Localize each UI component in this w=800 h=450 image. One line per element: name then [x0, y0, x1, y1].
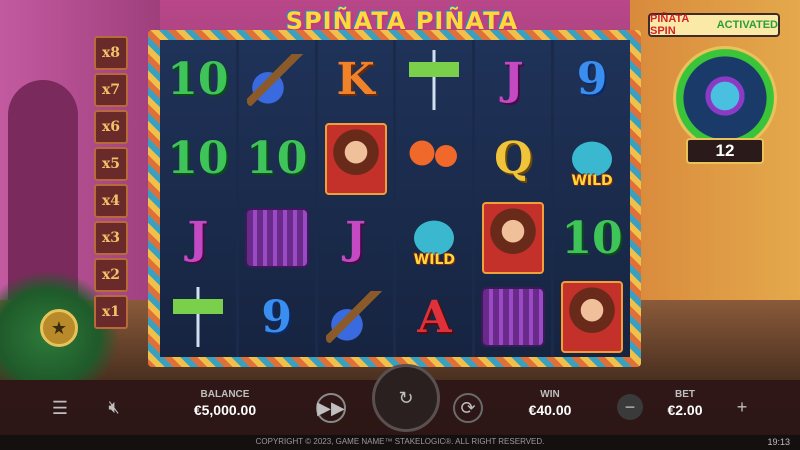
feature-name: PIÑATA SPIN	[650, 13, 689, 37]
turbo-button[interactable]: ▶▶	[316, 393, 346, 423]
symbol-j: J	[502, 54, 524, 106]
symbol-k: K	[336, 54, 375, 106]
multiplier-x1: x1	[94, 295, 128, 329]
reel-3: KJ	[317, 40, 394, 357]
spin-icon: ↻	[398, 387, 414, 408]
bet-label: BET	[675, 389, 695, 400]
reel-cell: J	[318, 199, 394, 278]
reel-cell	[239, 199, 315, 278]
reel-cell: WILD	[396, 199, 472, 278]
symbol-9: 9	[261, 291, 293, 343]
minus-icon: −	[624, 396, 636, 417]
reel-cell: J	[160, 199, 236, 278]
reel-cell: 9	[239, 278, 315, 357]
win-value: €40.00	[528, 402, 572, 418]
martini-icon	[409, 49, 460, 110]
clock: 19:13	[767, 437, 790, 447]
wild-label: WILD	[571, 172, 613, 189]
senorita-icon	[561, 281, 624, 354]
multiplier-ladder: x8 x7 x6 x5 x4 x3 x2 x1	[94, 36, 134, 332]
symbol-10: 10	[167, 54, 229, 106]
menu-button[interactable]: ☰	[48, 396, 72, 420]
reel-cell: 10	[160, 40, 236, 119]
reel-cell	[318, 119, 394, 198]
reel-cell	[396, 119, 472, 198]
reel-4: WILD A	[396, 40, 473, 357]
multiplier-x8: x8	[94, 36, 128, 70]
multiplier-x6: x6	[94, 110, 128, 144]
symbol-q: Q	[494, 133, 533, 185]
reel-2: 10 9	[238, 40, 315, 357]
menu-icon: ☰	[51, 397, 69, 418]
plus-icon: +	[736, 396, 748, 417]
reel-6: 9 WILD 10	[554, 40, 630, 357]
reel-5: JQ	[475, 40, 552, 357]
multiplier-x3: x3	[94, 221, 128, 255]
win-label: WIN	[540, 389, 560, 400]
accordion-icon	[481, 287, 546, 348]
spin-button[interactable]: ↻	[372, 364, 440, 432]
reel-cell: K	[318, 40, 394, 119]
guitar-icon	[246, 53, 307, 106]
footer: COPYRIGHT © 2023, GAME NAME™ STAKELOGIC®…	[0, 435, 800, 450]
reel-1: 10 10 J	[160, 40, 236, 357]
reel-cell	[239, 40, 315, 119]
bet-decrease-button[interactable]: −	[617, 394, 643, 420]
wild-label: WILD	[413, 251, 455, 268]
balance-value: €5,000.00	[193, 402, 257, 418]
martini-icon	[172, 287, 223, 348]
senorita-icon	[482, 202, 545, 275]
reel-cell: WILD	[554, 119, 630, 198]
symbol-j: J	[187, 212, 209, 264]
reel-cell: 10	[554, 199, 630, 278]
reel-cell	[475, 199, 551, 278]
bet-increase-button[interactable]: +	[729, 394, 755, 420]
multiplier-x4: x4	[94, 184, 128, 218]
free-spin-counter: 12	[670, 46, 780, 166]
control-bar: ☰ 🔇︎ BALANCE €5,000.00 ▶▶ ↻ ⟳ WIN €40.00…	[0, 364, 800, 435]
senorita-icon	[324, 122, 387, 195]
reel-cell: 9	[554, 40, 630, 119]
reel-cell	[554, 278, 630, 357]
symbol-10: 10	[167, 133, 229, 185]
multiplier-x5: x5	[94, 147, 128, 181]
accordion-icon	[244, 208, 309, 269]
bet-value: €2.00	[667, 402, 703, 418]
mute-button[interactable]: 🔇︎	[100, 394, 128, 420]
feature-status: ACTIVATED	[716, 19, 778, 31]
autoplay-icon: ⟳	[460, 397, 476, 418]
multiplier-x7: x7	[94, 73, 128, 107]
symbol-j: J	[345, 212, 366, 264]
reel-cell	[160, 278, 236, 357]
copyright-text: COPYRIGHT © 2023, GAME NAME™ STAKELOGIC®…	[255, 437, 545, 446]
pinata-icon	[700, 71, 750, 121]
symbol-9: 9	[576, 54, 608, 106]
reel-cell: J	[475, 40, 551, 119]
reel-cell: Q	[475, 119, 551, 198]
feature-activated-banner: PIÑATA SPIN ACTIVATED	[648, 13, 780, 37]
balance-label: BALANCE	[200, 389, 250, 400]
reel-cell	[396, 40, 472, 119]
symbol-10: 10	[561, 212, 623, 264]
autoplay-button[interactable]: ⟳	[453, 393, 483, 423]
sound-muted-icon: 🔇︎	[108, 396, 120, 417]
reel-cell: 10	[160, 119, 236, 198]
spins-remaining: 12	[686, 138, 764, 164]
reel-cell	[318, 278, 394, 357]
star-icon: ★	[50, 317, 68, 338]
symbol-10: 10	[246, 133, 308, 185]
reel-grid: 10 10 J 10 9 K J WILD A J Q 9 WILD 10	[160, 40, 630, 357]
symbol-a: A	[417, 291, 452, 343]
reel-cell	[475, 278, 551, 357]
reel-cell: A	[396, 278, 472, 357]
reel-cell: 10	[239, 119, 315, 198]
star-feature-button[interactable]: ★	[40, 309, 78, 347]
maracas-icon	[404, 128, 465, 189]
guitar-icon	[325, 291, 386, 344]
multiplier-x2: x2	[94, 258, 128, 292]
fast-forward-icon: ▶▶	[317, 397, 345, 418]
